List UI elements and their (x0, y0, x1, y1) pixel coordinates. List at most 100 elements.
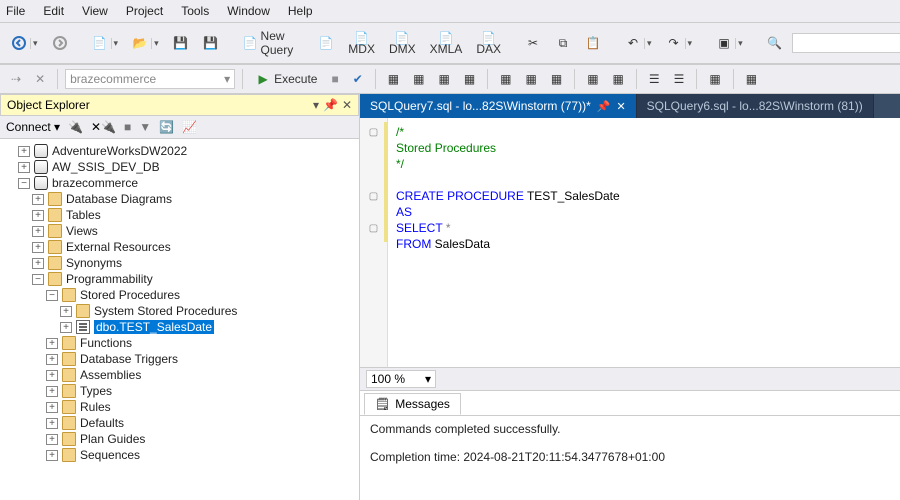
change-connection-button[interactable]: ⇢ (6, 69, 26, 89)
tree-folder[interactable]: +Sequences (2, 447, 357, 463)
tree-folder[interactable]: +Views (2, 223, 357, 239)
new-query-label: New Query (261, 29, 295, 57)
window-list-button[interactable]: ▣▾ (711, 32, 748, 54)
folder-icon (62, 288, 76, 302)
tree-db-node[interactable]: +AW_SSIS_DEV_DB (2, 159, 357, 175)
messages-tab-label: Messages (395, 397, 450, 411)
menu-tools[interactable]: Tools (181, 4, 209, 18)
comment-button[interactable]: ▦ (582, 69, 603, 89)
tab-label: SQLQuery7.sql - lo...82S\Winstorm (77))* (370, 99, 591, 113)
redo-button[interactable]: ↷▾ (661, 32, 698, 54)
copy-button[interactable]: ⧉ (550, 32, 576, 54)
menu-project[interactable]: Project (126, 4, 163, 18)
procedure-icon (76, 320, 90, 334)
stop-icon[interactable]: ■ (124, 120, 131, 134)
document-tab-bar: SQLQuery7.sql - lo...82S\Winstorm (77))*… (360, 94, 900, 118)
tree-folder[interactable]: +Functions (2, 335, 357, 351)
nav-forward-button[interactable] (47, 32, 73, 54)
results-text-button[interactable]: ▦ (521, 69, 542, 89)
tree-folder[interactable]: +Defaults (2, 415, 357, 431)
refresh-icon[interactable]: 🔄 (159, 120, 174, 134)
tree-folder[interactable]: +Types (2, 383, 357, 399)
analysis-query-button[interactable]: 📄 (313, 32, 339, 54)
dmx-button[interactable]: 📄DMX (384, 31, 421, 56)
disconnect-button[interactable]: ✕ (30, 69, 50, 89)
activity-monitor-icon[interactable]: 📈 (182, 120, 197, 134)
tree-db-node[interactable]: −brazecommerce (2, 175, 357, 191)
tree-folder[interactable]: +Synonyms (2, 255, 357, 271)
tree-folder[interactable]: +External Resources (2, 239, 357, 255)
tree-folder[interactable]: +Tables (2, 207, 357, 223)
cut-button[interactable]: ✂ (520, 32, 546, 54)
undo-button[interactable]: ↶▾ (620, 32, 657, 54)
menu-file[interactable]: File (6, 4, 25, 18)
include-stats-button[interactable]: ▦ (433, 69, 454, 89)
zoom-bar: 100 %▾ (360, 367, 900, 390)
connect-button[interactable]: Connect ▾ (6, 120, 60, 134)
tree-folder[interactable]: +Rules (2, 399, 357, 415)
tree-folder[interactable]: −Programmability (2, 271, 357, 287)
display-plan-button[interactable]: ▦ (383, 69, 404, 89)
include-client-stats-button[interactable]: ▦ (459, 69, 480, 89)
tree-folder[interactable]: +System Stored Procedures (2, 303, 357, 319)
save-button[interactable]: 💾 (168, 32, 194, 54)
filter-off-icon[interactable]: ✕🔌 (91, 120, 116, 134)
parse-button[interactable]: ✔ (348, 69, 368, 89)
document-tab-active[interactable]: SQLQuery7.sql - lo...82S\Winstorm (77))*… (360, 94, 637, 118)
zoom-combo[interactable]: 100 %▾ (366, 370, 436, 388)
filter-settings-icon[interactable]: ▼ (139, 120, 151, 134)
pin-icon[interactable]: 📌 (597, 100, 611, 113)
tree-db-node[interactable]: +AdventureWorksDW2022 (2, 143, 357, 159)
close-icon[interactable]: ✕ (342, 98, 352, 112)
open-file-button[interactable]: 📂▾ (127, 32, 164, 54)
filter-icon[interactable]: 🔌 (68, 120, 83, 134)
new-item-button[interactable]: 📄▾ (87, 32, 124, 54)
menu-window[interactable]: Window (227, 4, 270, 18)
folder-icon (62, 416, 76, 430)
tree-folder[interactable]: −Stored Procedures (2, 287, 357, 303)
tree-folder[interactable]: +Plan Guides (2, 431, 357, 447)
document-tab[interactable]: SQLQuery6.sql - lo...82S\Winstorm (81)) (637, 94, 874, 118)
dax-button[interactable]: 📄DAX (471, 31, 506, 56)
mdx-button[interactable]: 📄MDX (343, 31, 380, 56)
tree-folder[interactable]: +Database Triggers (2, 351, 357, 367)
new-query-button[interactable]: 📄New Query (238, 26, 300, 60)
indent-button[interactable]: ☰ (644, 69, 665, 89)
object-explorer-tree[interactable]: +AdventureWorksDW2022 +AW_SSIS_DEV_DB −b… (0, 139, 359, 500)
messages-tab[interactable]: 🗒 Messages (364, 393, 461, 415)
object-explorer-title: Object Explorer (7, 98, 90, 112)
menu-edit[interactable]: Edit (43, 4, 64, 18)
tree-procedure-node[interactable]: +dbo.TEST_SalesDate (2, 319, 357, 335)
tree-folder[interactable]: +Assemblies (2, 367, 357, 383)
menu-view[interactable]: View (82, 4, 108, 18)
stop-button[interactable]: ■ (326, 69, 343, 89)
find-button[interactable]: 🔍 (762, 32, 788, 54)
nav-back-button[interactable]: ▾ (6, 32, 43, 54)
search-box[interactable] (792, 33, 900, 53)
database-combo[interactable]: brazecommerce▾ (65, 69, 235, 89)
xmla-button[interactable]: 📄XMLA (425, 31, 468, 56)
pin-icon[interactable]: 📌 (323, 98, 338, 112)
folder-icon (48, 224, 62, 238)
database-icon (34, 160, 48, 174)
tree-folder[interactable]: +Database Diagrams (2, 191, 357, 207)
execute-button[interactable]: ▶Execute (250, 68, 322, 90)
close-tab-icon[interactable]: ✕ (616, 100, 625, 113)
menu-help[interactable]: Help (288, 4, 313, 18)
editor-code[interactable]: /* Stored Procedures */ CREATE PROCEDURE… (388, 118, 628, 367)
paste-button[interactable]: 📋 (580, 32, 606, 54)
sqlcmd-mode-button[interactable]: ▦ (741, 69, 762, 89)
folder-icon (62, 448, 76, 462)
outdent-button[interactable]: ☰ (669, 69, 690, 89)
database-icon (34, 176, 48, 190)
sql-editor[interactable]: ▢ ▢▢ /* Stored Procedures */ CREATE PROC… (360, 118, 900, 367)
uncomment-button[interactable]: ▦ (608, 69, 629, 89)
include-plan-button[interactable]: ▦ (408, 69, 429, 89)
dropdown-icon[interactable]: ▾ (313, 98, 319, 112)
results-grid-button[interactable]: ▦ (495, 69, 516, 89)
save-all-button[interactable]: 💾 (198, 32, 224, 54)
specify-values-button[interactable]: ▦ (704, 69, 725, 89)
folder-icon (48, 240, 62, 254)
results-file-button[interactable]: ▦ (546, 69, 567, 89)
messages-content: Commands completed successfully. Complet… (360, 416, 900, 470)
